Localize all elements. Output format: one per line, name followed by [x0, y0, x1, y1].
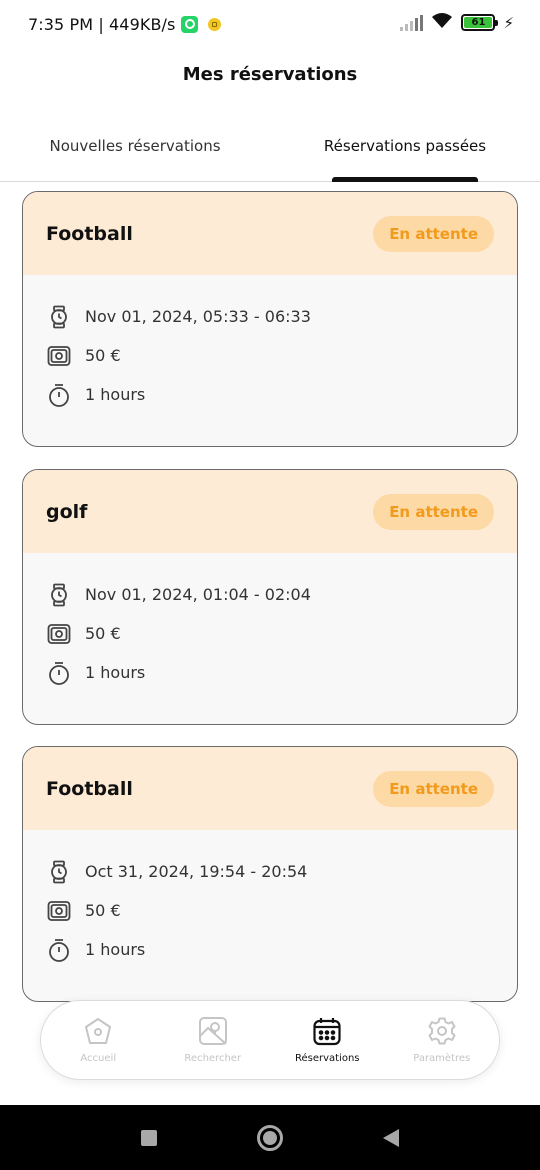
price-row: 50 €	[47, 614, 493, 653]
money-icon	[47, 899, 71, 923]
reservation-datetime: Nov 01, 2024, 05:33 - 06:33	[85, 307, 311, 326]
datetime-row: Nov 01, 2024, 01:04 - 02:04	[47, 575, 493, 614]
watch-icon	[47, 860, 71, 884]
status-badge: En attente	[373, 493, 494, 530]
map-search-icon	[197, 1015, 229, 1047]
reservation-duration: 1 hours	[85, 940, 146, 959]
home-icon	[82, 1015, 114, 1047]
duration-row: 1 hours	[47, 930, 493, 969]
watch-icon	[47, 305, 71, 329]
battery-icon: 61	[461, 14, 499, 31]
nav-label: Paramètres	[413, 1053, 471, 1064]
reservation-card[interactable]: Football En attente Oct 31, 2024, 19:54 …	[22, 746, 518, 1002]
watch-icon	[47, 583, 71, 607]
system-navigation-bar	[0, 1105, 540, 1170]
tab-label: Nouvelles réservations	[49, 137, 221, 155]
card-header: golf En attente	[23, 470, 517, 553]
reservation-card[interactable]: golf En attente Nov 01, 2024, 01:04 - 02…	[22, 469, 518, 725]
price-row: 50 €	[47, 336, 493, 375]
status-badge: En attente	[373, 770, 494, 807]
status-bar: 7:35 PM | 449KB/s 61 ⚡	[0, 0, 540, 48]
reservation-list[interactable]: Football En attente Nov 01, 2024, 05:33 …	[0, 190, 540, 1002]
tab-label: Réservations passées	[323, 137, 487, 155]
whatsapp-icon	[181, 15, 199, 33]
recents-button[interactable]	[140, 1105, 158, 1170]
datetime-row: Nov 01, 2024, 05:33 - 06:33	[47, 297, 493, 336]
tab-new-reservations[interactable]: Nouvelles réservations	[0, 120, 270, 181]
reservation-price: 50 €	[85, 346, 121, 365]
nav-search[interactable]: Rechercher	[156, 1001, 271, 1079]
reservation-datetime: Nov 01, 2024, 01:04 - 02:04	[85, 585, 311, 604]
reservation-price: 50 €	[85, 901, 121, 920]
card-header: Football En attente	[23, 192, 517, 275]
money-icon	[47, 344, 71, 368]
calendar-icon	[311, 1015, 343, 1047]
reservation-duration: 1 hours	[85, 385, 146, 404]
reservation-duration: 1 hours	[85, 663, 146, 682]
home-circle-icon	[257, 1124, 283, 1151]
tab-bar: Nouvelles réservations Réservations pass…	[0, 120, 540, 182]
reservation-price: 50 €	[85, 624, 121, 643]
notification-icon	[208, 17, 222, 31]
status-badge: En attente	[373, 215, 494, 252]
tab-past-reservations[interactable]: Réservations passées	[270, 120, 540, 182]
duration-row: 1 hours	[47, 375, 493, 414]
duration-row: 1 hours	[47, 653, 493, 692]
datetime-row: Oct 31, 2024, 19:54 - 20:54	[47, 852, 493, 891]
back-icon	[383, 1128, 399, 1147]
nav-settings[interactable]: Paramètres	[385, 1001, 500, 1079]
back-button[interactable]	[382, 1105, 400, 1170]
nav-label: Accueil	[80, 1053, 117, 1064]
card-header: Football En attente	[23, 747, 517, 830]
nav-label: Rechercher	[184, 1053, 242, 1064]
reservation-card[interactable]: Football En attente Nov 01, 2024, 05:33 …	[22, 191, 518, 447]
status-time: 7:35 PM | 449KB/s	[28, 14, 176, 34]
money-icon	[47, 622, 71, 646]
nav-reservations[interactable]: Réservations	[270, 1001, 385, 1079]
nav-label: Réservations	[294, 1053, 360, 1064]
bottom-navigation: Accueil Rechercher Réservations Paramètr…	[40, 1000, 500, 1080]
active-tab-indicator	[332, 177, 478, 182]
sport-name: Football	[46, 222, 133, 245]
reservation-datetime: Oct 31, 2024, 19:54 - 20:54	[85, 862, 308, 881]
timer-icon	[47, 383, 71, 407]
timer-icon	[47, 661, 71, 685]
sport-name: golf	[46, 500, 88, 523]
charging-icon: ⚡	[503, 13, 514, 32]
signal-icon	[400, 14, 424, 31]
wifi-icon	[431, 12, 453, 33]
settings-icon	[426, 1015, 458, 1047]
recents-icon	[141, 1129, 157, 1146]
battery-level: 61	[464, 17, 493, 28]
home-button[interactable]	[256, 1105, 284, 1170]
nav-home[interactable]: Accueil	[41, 1001, 156, 1079]
sport-name: Football	[46, 777, 133, 800]
timer-icon	[47, 938, 71, 962]
page-title: Mes réservations	[182, 64, 358, 85]
price-row: 50 €	[47, 891, 493, 930]
